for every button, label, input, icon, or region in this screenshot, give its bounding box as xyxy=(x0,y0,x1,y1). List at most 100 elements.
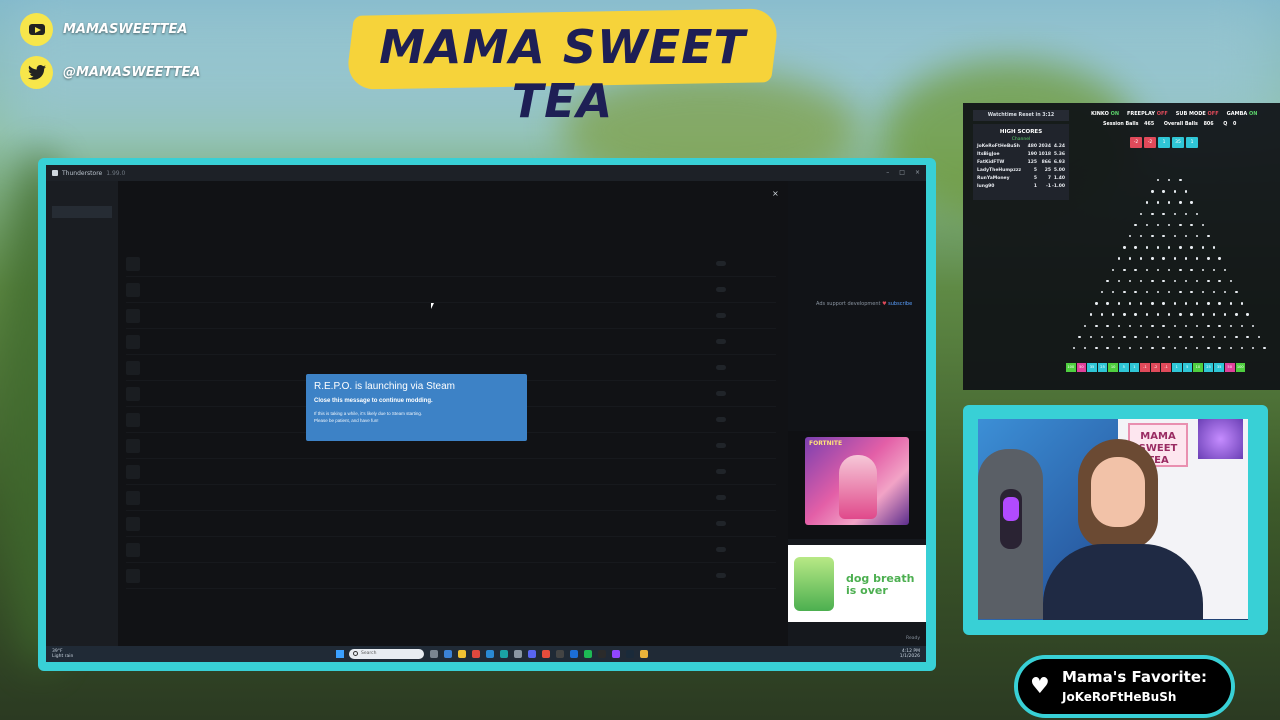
chrome-icon[interactable] xyxy=(472,650,480,658)
mode-flag-label: KINKO xyxy=(1091,111,1111,117)
plinko-overlay: Watchtime Reset in 3:12 HIGH SCORES Chan… xyxy=(963,103,1280,390)
high-score-row: ItsBigJoe 190 1018 5.36 xyxy=(973,150,1069,158)
discord-icon[interactable] xyxy=(528,650,536,658)
plinko-peg xyxy=(1151,235,1154,238)
sidebar-item-profiles[interactable] xyxy=(52,251,112,263)
plinko-bucket: 10 xyxy=(1108,363,1118,372)
taskbar-app-icon[interactable] xyxy=(542,650,550,658)
plinko-peg xyxy=(1168,268,1171,271)
favorite-heading: Mama's Favorite: xyxy=(1062,668,1207,686)
plinko-peg xyxy=(1134,313,1137,316)
app-name: Thunderstore xyxy=(62,169,103,177)
taskbar-app-icon[interactable] xyxy=(570,650,578,658)
sidebar-item-config[interactable] xyxy=(52,236,112,248)
plinko-peg xyxy=(1201,246,1204,249)
youtube-icon xyxy=(20,13,53,46)
taskbar-app-icon[interactable] xyxy=(598,650,606,658)
plinko-peg xyxy=(1224,335,1227,339)
subscribe-link[interactable]: subscribe xyxy=(888,301,912,307)
taskbar-app-icon[interactable] xyxy=(500,650,508,658)
plinko-peg xyxy=(1212,246,1216,249)
high-score-value: -1 xyxy=(1046,183,1051,189)
task-view-icon[interactable] xyxy=(430,650,438,658)
obs-icon[interactable] xyxy=(556,650,564,658)
plinko-peg xyxy=(1173,235,1176,238)
plinko-peg xyxy=(1140,257,1143,260)
close-window-icon[interactable]: × xyxy=(915,169,920,176)
plinko-bucket: 100 xyxy=(1066,363,1076,372)
plinko-peg xyxy=(1229,347,1232,350)
plinko-peg xyxy=(1106,347,1109,350)
plinko-peg xyxy=(1151,190,1154,193)
plinko-peg xyxy=(1196,279,1199,283)
mode-flag-state: ON xyxy=(1110,111,1119,117)
maximize-icon[interactable]: □ xyxy=(899,169,905,176)
overall-balls-value: 806 xyxy=(1203,122,1214,127)
ads-support-text: Ads support development ♥ subscribe xyxy=(816,301,912,307)
plinko-bucket: 5 xyxy=(1182,363,1193,372)
plinko-peg xyxy=(1179,223,1182,227)
thunderstore-taskbar-icon[interactable] xyxy=(640,650,648,658)
launch-dialog[interactable]: R.E.P.O. is launching via Steam Close th… xyxy=(306,374,527,441)
steam-icon[interactable] xyxy=(626,650,634,658)
plinko-peg xyxy=(1095,302,1098,305)
plinko-peg xyxy=(1140,347,1143,350)
plinko-peg xyxy=(1207,302,1210,305)
taskbar-search[interactable]: Search xyxy=(349,649,424,659)
edge-icon[interactable] xyxy=(486,650,494,658)
favorite-badge: ♥ Mama's Favorite: JoKeRoFtHeBuSh xyxy=(1018,659,1231,714)
plinko-peg xyxy=(1117,257,1120,260)
plinko-peg xyxy=(1240,302,1244,305)
mode-flags: KINKO ON FREEPLAY OFF SUB MODE OFF GAMBA ON xyxy=(1091,111,1265,117)
high-score-name: ItsBigJoe xyxy=(977,151,1000,157)
file-explorer-icon[interactable] xyxy=(458,650,466,658)
dialog-close-button[interactable]: × xyxy=(772,189,779,198)
high-score-row: lung90 1 -1 -1.00 xyxy=(973,182,1069,190)
plinko-peg xyxy=(1218,279,1221,283)
sidebar-item-settings[interactable] xyxy=(52,266,112,278)
mode-flag-label: SUB MODE xyxy=(1175,111,1208,117)
plinko-bucket: -2 xyxy=(1150,363,1161,372)
windows-start-icon[interactable] xyxy=(336,650,344,658)
weather-widget[interactable]: 39°F Light rain xyxy=(52,649,73,659)
plinko-peg xyxy=(1123,246,1126,249)
high-score-value: 25 xyxy=(1044,167,1051,173)
system-tray[interactable]: 4:12 PM 1/1/2026 xyxy=(900,649,920,659)
minimize-icon[interactable]: – xyxy=(886,169,889,176)
dialog-note: If this is taking a while, it's likely d… xyxy=(314,410,519,424)
sidebar-item-online[interactable] xyxy=(52,221,112,233)
plinko-peg xyxy=(1162,324,1165,327)
plinko-bucket: 35 xyxy=(1087,363,1097,372)
twitch-icon[interactable] xyxy=(612,650,620,658)
plinko-peg xyxy=(1145,291,1148,294)
plinko-bucket: 5 xyxy=(1118,363,1129,372)
plinko-bucket: 25 xyxy=(1203,363,1214,372)
session-balls-value: 465 xyxy=(1144,122,1155,127)
dialog-note-line1: If this is taking a while, it's likely d… xyxy=(314,411,423,416)
taskbar-app-icon[interactable] xyxy=(444,650,452,658)
plinko-peg xyxy=(1179,313,1182,316)
high-score-value: 1018 xyxy=(1038,151,1051,157)
tray-date: 1/1/2026 xyxy=(899,654,920,659)
ad-product-image xyxy=(794,557,834,611)
plinko-peg xyxy=(1156,335,1160,339)
search-placeholder: Search xyxy=(361,651,377,656)
sidebar-item-installed[interactable] xyxy=(52,206,112,218)
ad-slot-2[interactable]: dog breath is over xyxy=(788,545,926,622)
plinko-peg xyxy=(1128,279,1132,283)
high-score-value: 190 xyxy=(1027,151,1037,157)
webcam-feed: MAMA SWEET TEA xyxy=(978,419,1248,620)
high-score-name: lung90 xyxy=(977,183,995,189)
plinko-peg xyxy=(1156,201,1160,204)
plinko-peg xyxy=(1190,223,1193,227)
plinko-peg xyxy=(1128,347,1132,350)
taskbar-app-icon[interactable] xyxy=(514,650,522,658)
sidebar-game-selector[interactable] xyxy=(52,187,112,203)
plinko-peg xyxy=(1179,335,1182,339)
high-score-name: LadyTheHumpzzz xyxy=(977,167,1022,173)
high-scores-box: HIGH SCORES Channel JoKeRoFtHeBuSh 480 203… xyxy=(973,124,1069,200)
spotify-icon[interactable] xyxy=(584,650,592,658)
ad-slot-1[interactable]: FORTNITE xyxy=(788,431,926,539)
ads-pane: Ads support development ♥ subscribe xyxy=(788,181,926,431)
ad-image-fortnite[interactable]: FORTNITE xyxy=(805,437,909,525)
